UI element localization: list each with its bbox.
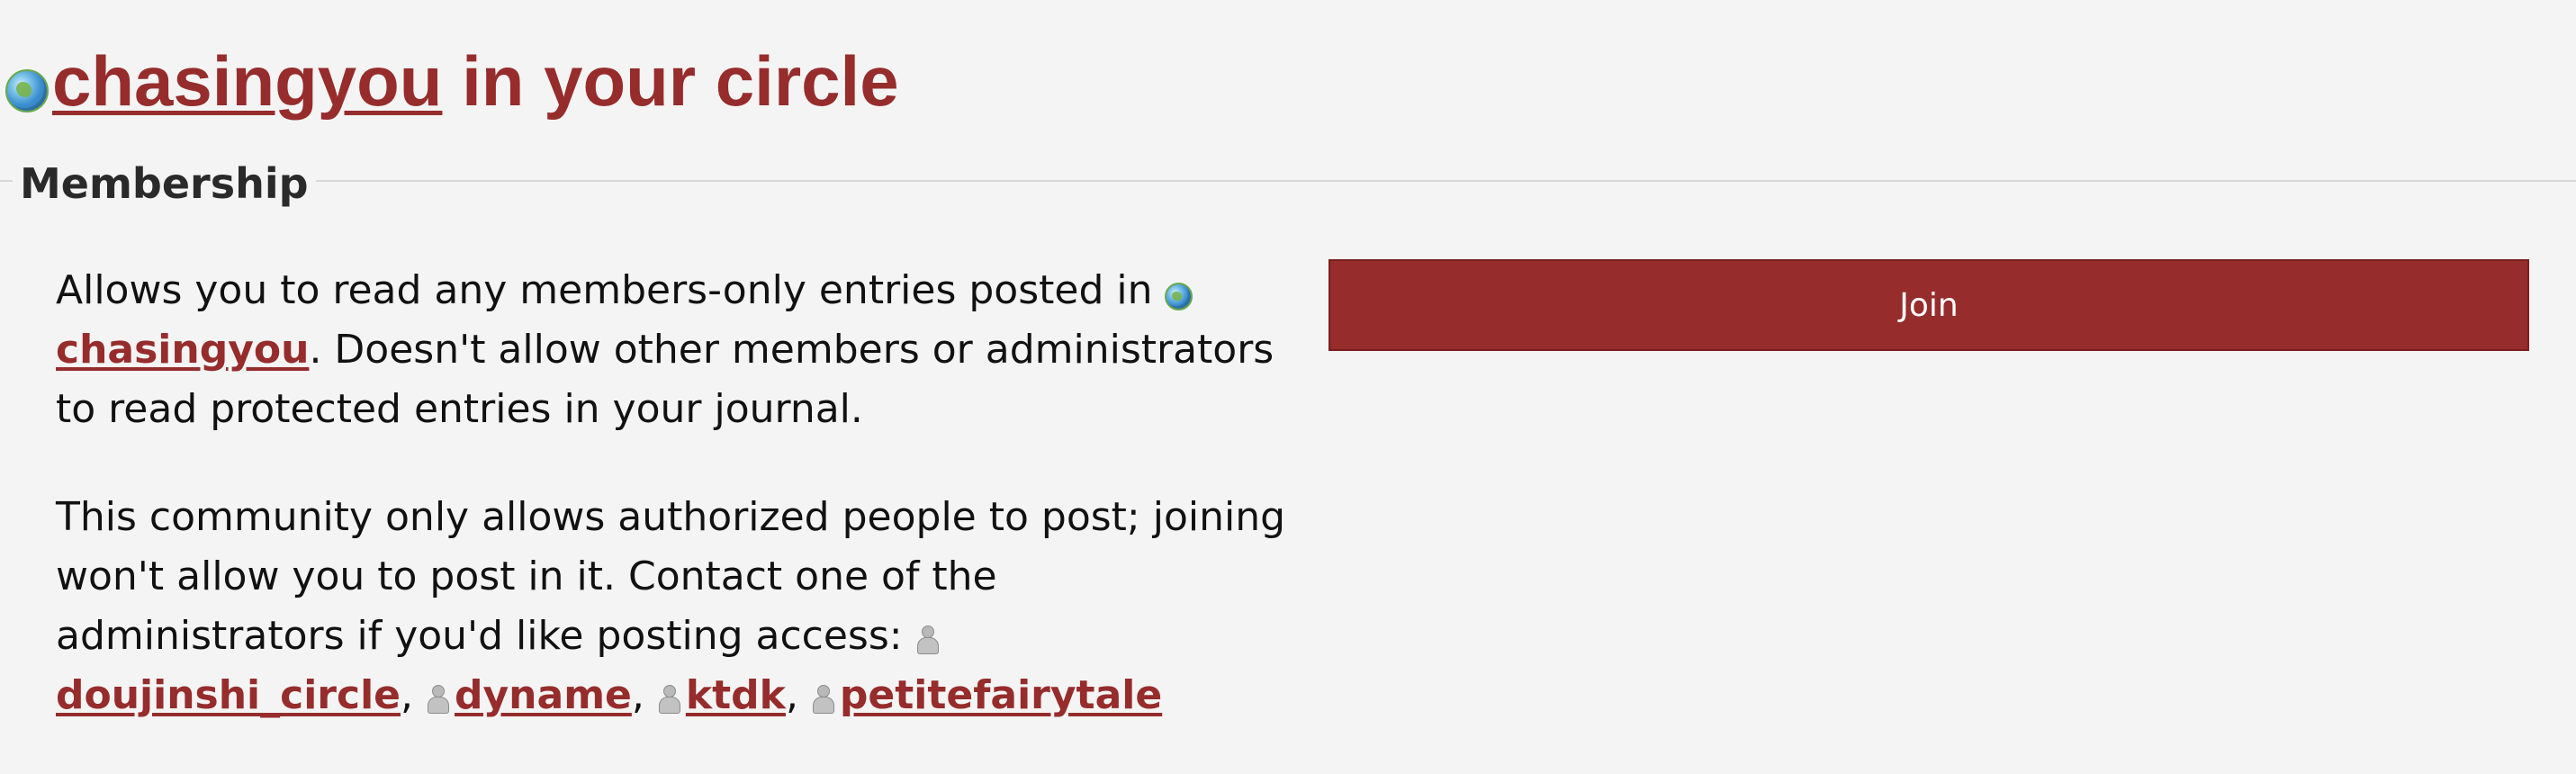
admin-link-petitefairytale[interactable]: petitefairytale [840, 672, 1162, 718]
read-access-text: Allows you to read any members-only entr… [56, 261, 1298, 439]
user-icon[interactable] [915, 624, 939, 654]
list-separator: , [785, 672, 811, 718]
description-before: Allows you to read any members-only entr… [56, 267, 1166, 313]
user-icon[interactable] [657, 683, 680, 714]
community-globe-icon[interactable] [1165, 283, 1193, 310]
admin-link-doujinshi-circle[interactable]: doujinshi_circle [56, 672, 401, 718]
posting-notice: This community only allows authorized pe… [56, 488, 1298, 725]
section-divider [0, 180, 2576, 182]
membership-description: Allows you to read any members-only entr… [56, 261, 1298, 774]
admin-link-dyname[interactable]: dyname [455, 672, 632, 718]
join-button[interactable]: Join [1329, 259, 2529, 351]
list-separator: , [631, 672, 657, 718]
list-separator: , [401, 672, 426, 718]
community-inline-link[interactable]: chasingyou [56, 327, 309, 373]
posting-notice-text: This community only allows authorized pe… [56, 494, 1286, 659]
page-title-suffix: in your circle [442, 41, 899, 121]
membership-heading: Membership [13, 155, 316, 212]
community-globe-icon[interactable] [5, 69, 49, 112]
user-icon[interactable] [811, 683, 834, 714]
page-title: chasingyou in your circle [5, 36, 899, 126]
user-icon[interactable] [426, 683, 449, 714]
community-link[interactable]: chasingyou [52, 41, 442, 121]
admin-link-ktdk[interactable]: ktdk [686, 672, 786, 718]
